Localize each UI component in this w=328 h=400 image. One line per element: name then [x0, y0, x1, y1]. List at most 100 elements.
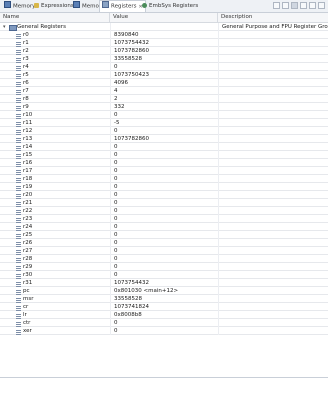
register-row[interactable]: r26 0	[0, 239, 328, 247]
register-value[interactable]: 0x801030 <main+12>	[110, 287, 218, 295]
layout-icon[interactable]	[273, 2, 280, 9]
tab-expressions[interactable]: Expressions	[32, 1, 76, 11]
register-value[interactable]: 0	[110, 63, 218, 71]
register-value[interactable]: 332	[110, 103, 218, 111]
register-row[interactable]: r16 0	[0, 159, 328, 167]
register-value[interactable]: 0	[110, 191, 218, 199]
view-menu-icon[interactable]	[300, 2, 307, 9]
register-name-cell: r26	[0, 239, 110, 247]
register-description	[218, 95, 328, 103]
register-value[interactable]: 0	[110, 319, 218, 327]
register-row[interactable]: r10 0	[0, 111, 328, 119]
register-description	[218, 47, 328, 55]
view-tab-bar: Memory Expressions Memory Registers ✕ Emb…	[0, 0, 328, 13]
column-header-value[interactable]: Value	[110, 13, 218, 22]
register-row[interactable]: r12 0	[0, 127, 328, 135]
register-row[interactable]: r7 4	[0, 87, 328, 95]
register-value[interactable]: 0	[110, 167, 218, 175]
register-row[interactable]: r31 1073754432	[0, 279, 328, 287]
register-value[interactable]: 0	[110, 207, 218, 215]
register-value[interactable]: 1073750423	[110, 71, 218, 79]
register-description	[218, 255, 328, 263]
register-icon	[16, 201, 21, 207]
register-value[interactable]: 4096	[110, 79, 218, 87]
register-row[interactable]: r9 332	[0, 103, 328, 111]
register-row[interactable]: r28 0	[0, 255, 328, 263]
register-value[interactable]: 4	[110, 87, 218, 95]
register-row[interactable]: r25 0	[0, 231, 328, 239]
register-row[interactable]: lr 0x8008b8	[0, 311, 328, 319]
register-row[interactable]: r1 1073754432	[0, 39, 328, 47]
group-row[interactable]: ▾ General Registers General Purpose and …	[0, 23, 328, 31]
tab-embsys-registers[interactable]: EmbSys Registers	[140, 1, 200, 11]
detail-pane[interactable]	[0, 378, 328, 400]
register-value[interactable]: 0	[110, 199, 218, 207]
register-row[interactable]: r21 0	[0, 199, 328, 207]
register-row[interactable]: r2 1073782860	[0, 47, 328, 55]
register-row[interactable]: r27 0	[0, 247, 328, 255]
register-row[interactable]: r19 0	[0, 183, 328, 191]
register-row[interactable]: r22 0	[0, 207, 328, 215]
register-value[interactable]: 0	[110, 215, 218, 223]
register-value[interactable]: 0	[110, 247, 218, 255]
column-header-description[interactable]: Description	[218, 13, 328, 22]
register-value[interactable]: 1073754432	[110, 279, 218, 287]
register-value[interactable]: 0	[110, 143, 218, 151]
register-value[interactable]: 0	[110, 263, 218, 271]
register-row[interactable]: msr 33558528	[0, 295, 328, 303]
register-value[interactable]: 0	[110, 223, 218, 231]
register-row[interactable]: r3 33558528	[0, 55, 328, 63]
register-value[interactable]: 0	[110, 151, 218, 159]
register-row[interactable]: r0 8390840	[0, 31, 328, 39]
register-value[interactable]: 0x8008b8	[110, 311, 218, 319]
register-value[interactable]: 0	[110, 183, 218, 191]
register-value[interactable]: 0	[110, 255, 218, 263]
collapse-all-icon[interactable]	[282, 2, 289, 9]
register-row[interactable]: r5 1073750423	[0, 71, 328, 79]
register-value[interactable]: 2	[110, 95, 218, 103]
register-name: r15	[23, 152, 33, 158]
register-value[interactable]: 33558528	[110, 55, 218, 63]
register-value[interactable]: 0	[110, 231, 218, 239]
register-value[interactable]: 1073782860	[110, 135, 218, 143]
minimize-icon[interactable]	[309, 2, 316, 9]
register-value[interactable]: 1073741824	[110, 303, 218, 311]
register-row[interactable]: r14 0	[0, 143, 328, 151]
register-value[interactable]: 0	[110, 271, 218, 279]
register-row[interactable]: r30 0	[0, 271, 328, 279]
register-row[interactable]: r18 0	[0, 175, 328, 183]
register-row[interactable]: r8 2	[0, 95, 328, 103]
column-header-name[interactable]: Name	[0, 13, 110, 22]
register-row[interactable]: cr 1073741824	[0, 303, 328, 311]
register-row[interactable]: r13 1073782860	[0, 135, 328, 143]
register-row[interactable]: xer 0	[0, 327, 328, 335]
register-name-cell: r29	[0, 263, 110, 271]
register-value[interactable]: 1073754432	[110, 39, 218, 47]
register-value[interactable]: 0	[110, 175, 218, 183]
register-name: r2	[23, 48, 29, 54]
register-row[interactable]: r20 0	[0, 191, 328, 199]
register-row[interactable]: r17 0	[0, 167, 328, 175]
register-value[interactable]: 0	[110, 159, 218, 167]
register-value[interactable]: 8390840	[110, 31, 218, 39]
register-value[interactable]: 0	[110, 239, 218, 247]
register-row[interactable]: ctr 0	[0, 319, 328, 327]
refresh-icon[interactable]	[291, 2, 298, 9]
register-row[interactable]: r23 0	[0, 215, 328, 223]
register-value[interactable]: -5	[110, 119, 218, 127]
register-row[interactable]: r4 0	[0, 63, 328, 71]
register-value[interactable]: 0	[110, 127, 218, 135]
register-value[interactable]: 1073782860	[110, 47, 218, 55]
maximize-icon[interactable]	[318, 2, 325, 9]
register-value[interactable]: 0	[110, 327, 218, 335]
register-value[interactable]: 0	[110, 111, 218, 119]
register-row[interactable]: r11 -5	[0, 119, 328, 127]
register-row[interactable]: r15 0	[0, 151, 328, 159]
register-value[interactable]: 33558528	[110, 295, 218, 303]
expand-twisty-icon[interactable]: ▾	[3, 23, 6, 31]
register-row[interactable]: pc 0x801030 <main+12>	[0, 287, 328, 295]
register-row[interactable]: r6 4096	[0, 79, 328, 87]
register-row[interactable]: r24 0	[0, 223, 328, 231]
register-row[interactable]: r29 0	[0, 263, 328, 271]
tab-registers[interactable]: Registers ✕	[99, 0, 146, 12]
